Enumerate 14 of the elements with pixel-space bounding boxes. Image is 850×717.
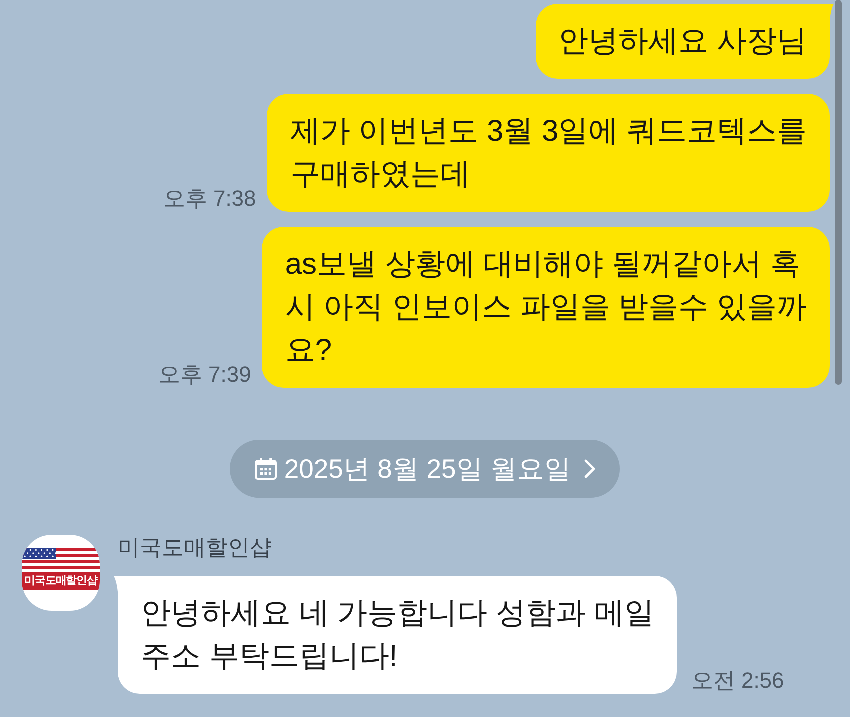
message-time: 오후 7:38	[163, 186, 256, 212]
message-time: 오후 7:39	[158, 362, 252, 388]
logo-text: 미국도매할인샵	[22, 572, 100, 590]
calendar-icon	[254, 457, 278, 481]
message-text: 안녕하세요 사장님	[558, 24, 807, 60]
flag-icon	[22, 548, 100, 569]
chevron-right-icon	[584, 459, 596, 479]
scrollbar-thumb[interactable]	[835, 0, 842, 385]
message-text: 제가 이번년도 3월 3일에 쿼드코텍스를 구매하였는데	[290, 114, 807, 193]
message-time: 오전 2:56	[691, 668, 784, 694]
profile-avatar[interactable]: 미국도매할인샵	[22, 535, 100, 611]
message-text: as보낼 상황에 대비해야 될꺼같아서 혹 시 아직 인보이스 파일을 받을수 있을까 요?	[285, 247, 807, 369]
sender-name: 미국도매할인샵	[118, 535, 272, 561]
message-text: 안녕하세요 네 가능합니다 성함과 메일 주소 부탁드립니다!	[141, 596, 654, 675]
